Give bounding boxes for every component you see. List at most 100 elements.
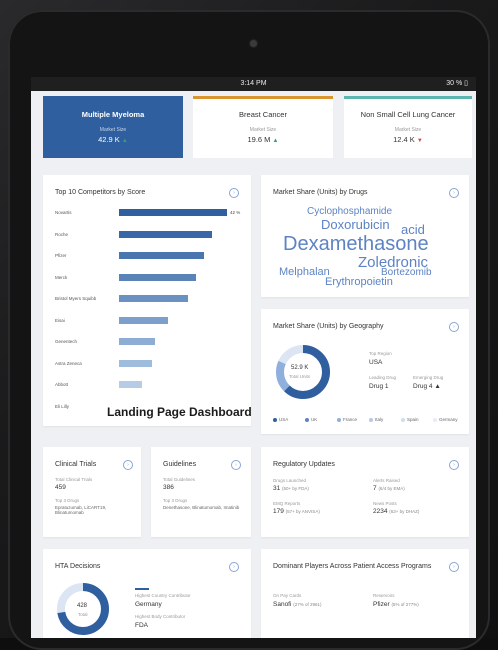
market-size-value: 19.6 M ▲ — [247, 135, 279, 144]
competitor-bar[interactable] — [119, 209, 227, 216]
top-drugs-label: Top 3 Drugs — [163, 498, 188, 503]
more-options-icon[interactable]: › — [229, 188, 239, 198]
donut-value: 52.9 K — [291, 365, 309, 371]
card-title: Dominant Players Across Patient Access P… — [273, 563, 432, 570]
leading-drug-label: Leading Drug — [369, 375, 397, 380]
competitor-label: Roche — [55, 231, 69, 237]
legend-dot-icon — [401, 417, 405, 422]
drugs-launched-value: 31 (50+ by FDA) — [273, 485, 309, 492]
country-label: Highest Country Contributor — [135, 593, 191, 598]
competitor-bar[interactable] — [119, 295, 189, 302]
emq-label: EMQ Reports — [273, 501, 301, 506]
tablet-screen: 3:14 PM 30 % ▯ Multiple Myeloma Market S… — [31, 77, 476, 638]
competitor-bar[interactable] — [119, 381, 143, 388]
market-size-label: Market Size — [99, 127, 127, 133]
competitor-label: Novartis — [55, 210, 72, 215]
donut-label: Total — [78, 612, 88, 617]
guidelines-card: Guidelines › Total Guidelines 386 Top 3 … — [151, 447, 251, 537]
tab-nsclc[interactable]: Non Small Cell Lung Cancer Market Size 1… — [344, 96, 472, 158]
market-size-value: 12.4 K ▼ — [393, 135, 423, 144]
status-bar: 3:14 PM 30 % ▯ — [31, 77, 476, 91]
total-trials-label: Total Clinical Trials — [55, 477, 93, 482]
legend-label: USA — [279, 417, 289, 422]
tab-accent-bar — [193, 96, 333, 99]
donut-label: Total Units — [289, 374, 311, 379]
competitors-card: Top 10 Competitors by Score › Novartis 42… — [43, 175, 252, 426]
trend-up-icon: ▲ — [121, 138, 128, 144]
card-title: Top 10 Competitors by Score — [55, 189, 146, 196]
competitor-bar[interactable] — [119, 252, 204, 259]
market-size-label: Market Size — [249, 127, 277, 133]
news-label: News Posts — [373, 501, 397, 506]
trend-down-icon: ▼ — [416, 138, 423, 144]
card-title: Guidelines — [163, 461, 197, 468]
top-drugs-label: Top 3 Drugs — [55, 498, 80, 503]
more-options-icon[interactable]: › — [449, 322, 459, 332]
legend-label: France — [343, 417, 358, 422]
word-cyclophosphamide: Cyclophosphamide — [307, 206, 393, 217]
competitor-label: Pfizer — [55, 253, 67, 258]
competitor-bar[interactable] — [119, 338, 155, 345]
tab-breast-cancer[interactable]: Breast Cancer Market Size 19.6 M ▲ — [193, 96, 333, 158]
legend-dot-icon — [369, 417, 373, 422]
legend-label: Italy — [375, 417, 384, 422]
word-melphalan: Melphalan — [279, 266, 330, 278]
legend-label: Spain — [407, 417, 419, 422]
body-value: FDA — [135, 622, 148, 629]
more-options-icon[interactable]: › — [449, 562, 459, 572]
legend-item[interactable]: USA — [273, 417, 288, 422]
status-time: 3:14 PM — [240, 80, 267, 87]
competitor-value-label: 42 % — [230, 210, 241, 215]
total-guidelines-value: 386 — [163, 484, 174, 491]
legend-dot-icon — [305, 417, 309, 422]
competitor-bar[interactable] — [119, 273, 197, 281]
news-value: 2234 (63+ by DHAZ) — [373, 508, 420, 515]
col2-value: Pfizer (5% of 277%) — [373, 601, 419, 608]
card-title: Clinical Trials — [55, 461, 97, 468]
players-card: Dominant Players Across Patient Access P… — [261, 549, 469, 638]
more-options-icon[interactable]: › — [229, 562, 239, 572]
geography-donut — [276, 345, 330, 399]
legend-item[interactable]: Spain — [401, 417, 419, 422]
legend-item[interactable]: UK — [305, 417, 317, 422]
tab-label: Multiple Myeloma — [81, 110, 145, 119]
overlay-caption: Landing Page Dashboard — [107, 405, 252, 419]
tab-multiple-myeloma[interactable]: Multiple Myeloma Market Size 42.9 K ▲ — [43, 96, 183, 158]
top-drugs-value: Epratuzumab, LiCART19, Blinatumomab — [55, 505, 107, 515]
trend-up-icon: ▲ — [272, 138, 279, 144]
col1-value: Sanofi (27% of 2961) — [273, 601, 322, 608]
legend-dot-icon — [337, 417, 341, 422]
col1-label: On Pay Cards — [273, 593, 302, 598]
legend-item[interactable]: Italy — [369, 417, 383, 422]
competitor-label: Merck — [55, 274, 68, 280]
competitor-bar[interactable] — [119, 230, 212, 238]
competitor-bar[interactable] — [119, 316, 168, 324]
more-options-icon[interactable]: › — [123, 460, 133, 470]
legend-item[interactable]: France — [337, 417, 357, 422]
top-region-value: USA — [369, 359, 383, 366]
legend-label: Germany — [439, 417, 458, 422]
more-options-icon[interactable]: › — [231, 460, 241, 470]
competitor-label: Astra Zeneca — [55, 360, 82, 366]
clinical-trials-card: Clinical Trials › Total Clinical Trials … — [43, 447, 141, 537]
more-options-icon[interactable]: › — [449, 460, 459, 470]
competitor-label: Genentech — [55, 339, 78, 344]
tab-accent-bar — [344, 96, 472, 99]
word-erythropoietin: Erythropoietin — [325, 276, 393, 288]
leading-drug-value: Drug 1 — [369, 383, 389, 390]
col2-label: Reservoirs — [373, 593, 395, 598]
total-trials-value: 459 — [55, 484, 66, 491]
word-doxorubicin: Doxorubicin — [321, 217, 390, 232]
legend-item[interactable]: Germany — [433, 417, 458, 422]
top-region-label: Top Region — [369, 351, 392, 356]
competitor-bar[interactable] — [119, 359, 153, 367]
top-drugs-value: Denethasone, Blinatumomab, Imatinib — [163, 505, 240, 510]
card-title: Regulatory Updates — [273, 461, 335, 468]
competitor-label: Eisai — [55, 317, 65, 323]
tab-label: Breast Cancer — [239, 110, 287, 119]
competitor-label: Eli Lilly — [55, 403, 70, 409]
legend-dot-icon — [273, 417, 277, 422]
more-options-icon[interactable]: › — [449, 188, 459, 198]
emq-value: 179 (57+ by ANVISA) — [273, 508, 320, 515]
drugs-launched-label: Drugs Launched — [273, 478, 307, 483]
